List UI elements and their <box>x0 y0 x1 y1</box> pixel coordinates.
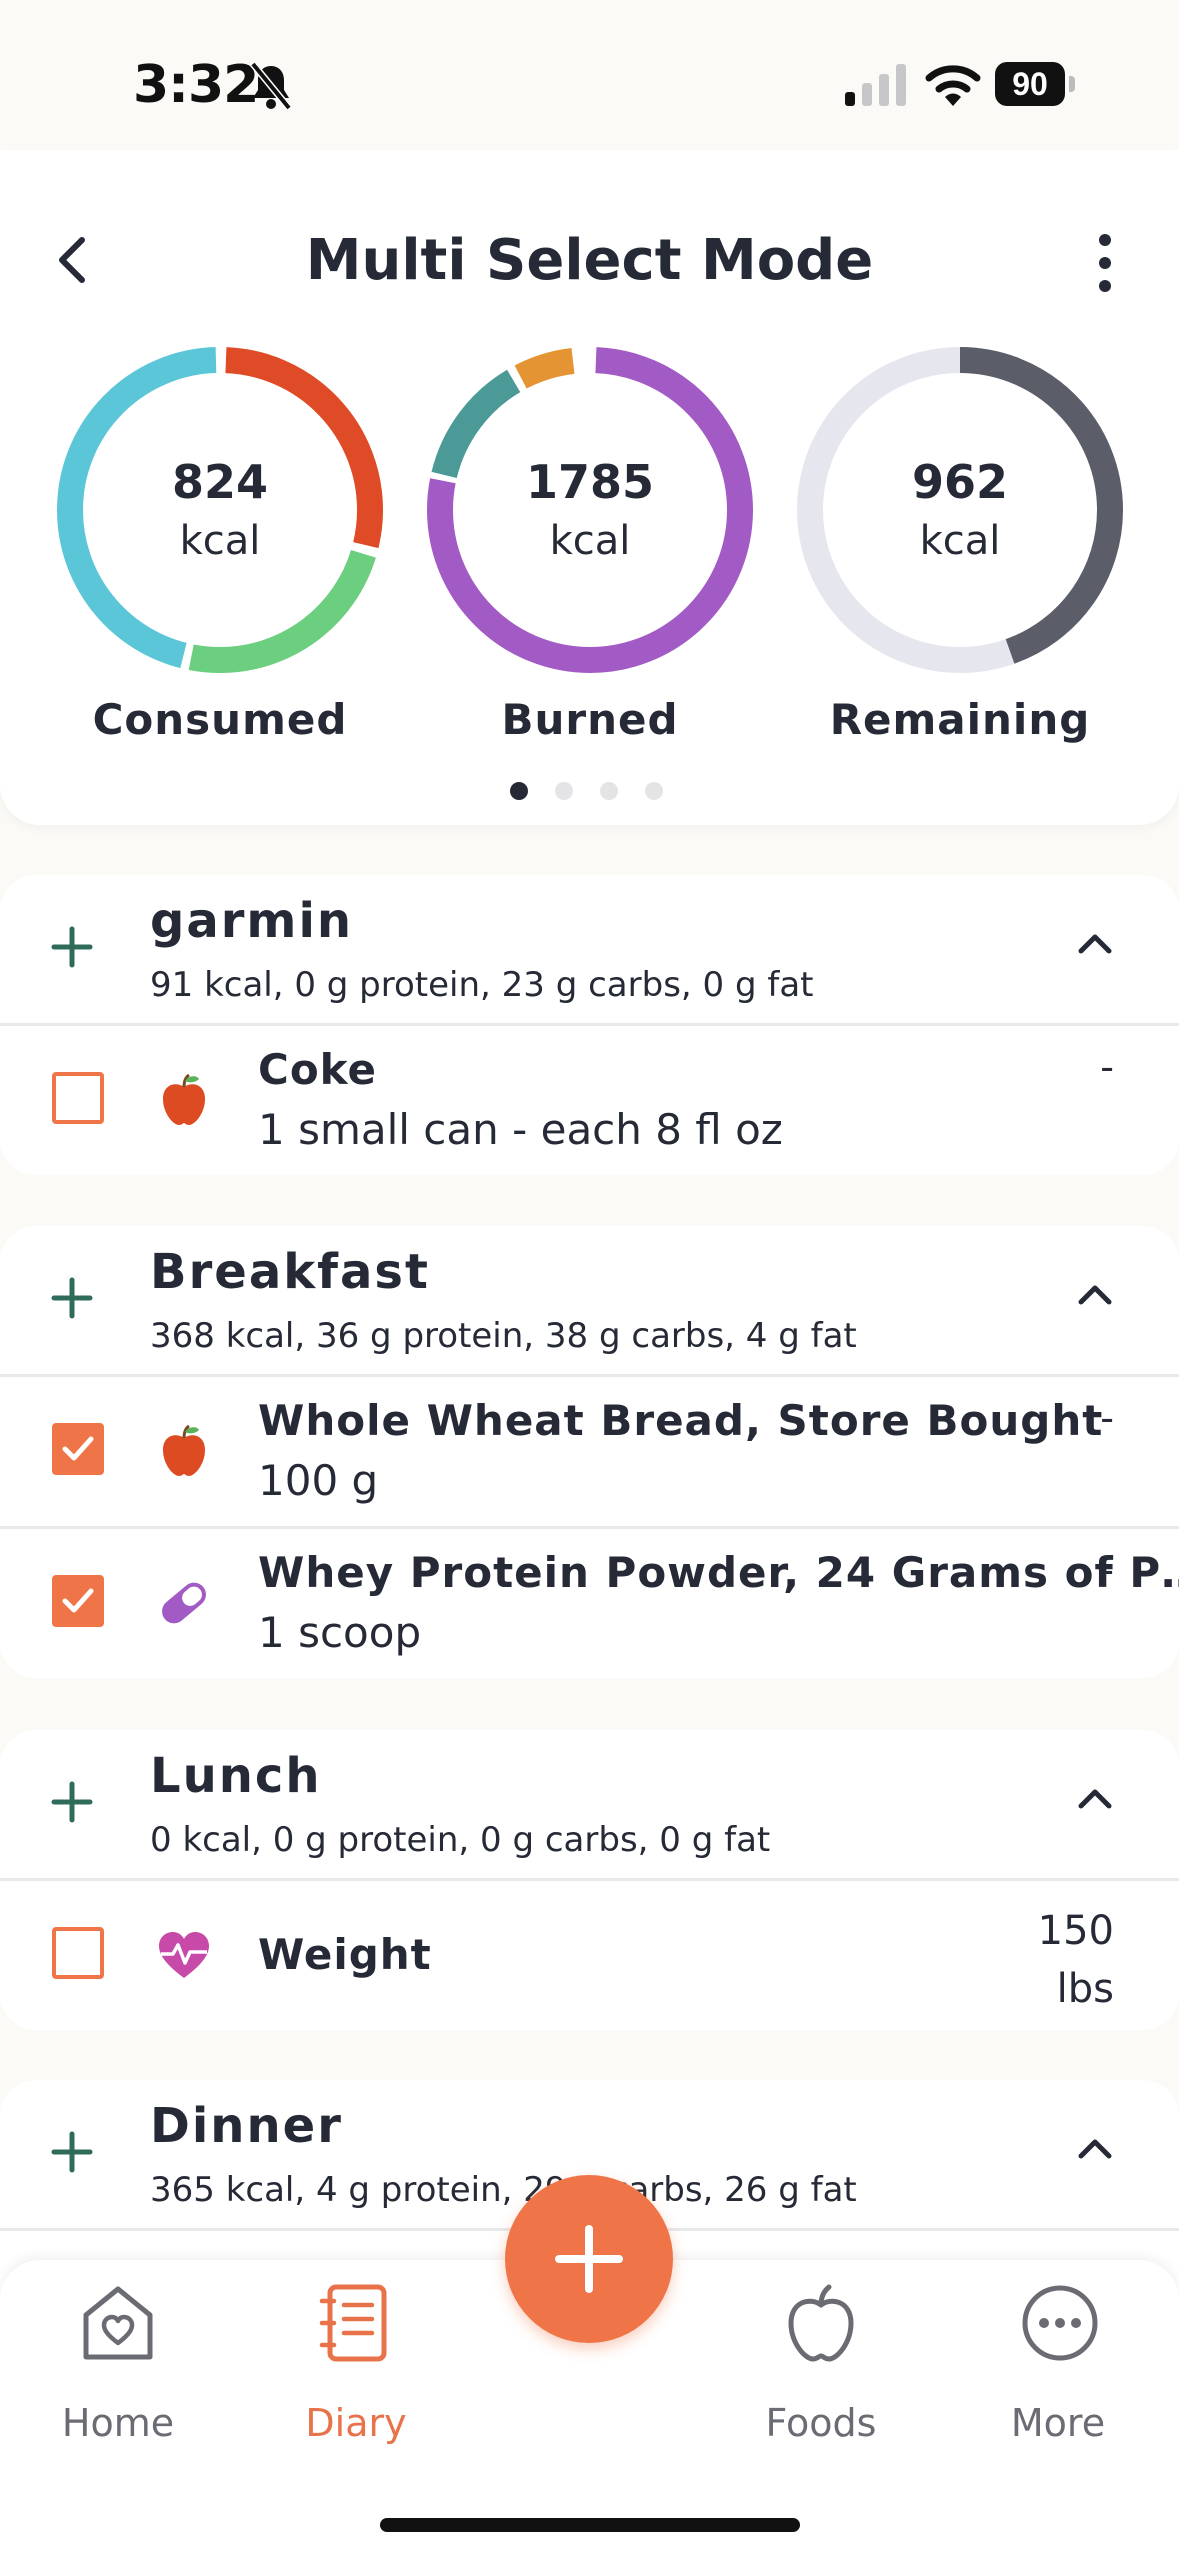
page-dot[interactable] <box>645 782 663 800</box>
item-value-unit: lbs <box>1056 1966 1114 2012</box>
consumed-summary[interactable]: 824 kcal Consumed <box>50 340 390 744</box>
item-value-number: 150 <box>1037 1908 1114 1954</box>
burned-summary[interactable]: 1785 kcal Burned <box>420 340 760 744</box>
meal-summary: 0 kcal, 0 g protein, 0 g carbs, 0 g fat <box>150 1820 771 1860</box>
chevron-up-icon[interactable] <box>1075 923 1115 963</box>
meal-summary: 91 kcal, 0 g protein, 23 g carbs, 0 g fa… <box>150 965 814 1005</box>
tab-foods[interactable]: Foods <box>721 2283 921 2445</box>
item-serving: 1 small can - each 8 fl oz <box>258 1105 783 1154</box>
cellular-signal-icon <box>845 64 906 106</box>
item-name: Weight <box>258 1930 432 1979</box>
add-icon[interactable] <box>50 1276 94 1320</box>
page-dot[interactable] <box>555 782 573 800</box>
item-serving: 100 g <box>258 1456 379 1505</box>
item-checkbox[interactable] <box>52 1927 104 1979</box>
bell-slash-icon <box>250 61 292 111</box>
tab-label: More <box>1010 2401 1106 2445</box>
remaining-summary[interactable]: 962 kcal Remaining <box>790 340 1130 744</box>
list-item[interactable]: Whey Protein Powder, 24 Grams of P… 1 sc… <box>0 1528 1179 1678</box>
burned-ring <box>427 347 753 673</box>
consumed-unit: kcal <box>179 518 261 564</box>
status-time: 3:32 <box>133 55 259 115</box>
meal-summary: 365 kcal, 4 g protein, 29 g carbs, 26 g … <box>150 2170 857 2210</box>
heart-pulse-icon <box>159 1932 209 1978</box>
more-options-icon[interactable] <box>1085 228 1125 298</box>
tab-home[interactable]: Home <box>18 2283 218 2445</box>
home-heart-icon <box>83 2286 153 2360</box>
chevron-up-icon[interactable] <box>1075 1274 1115 1314</box>
meal-name: Breakfast <box>150 1244 430 1300</box>
item-name: Whey Protein Powder, 24 Grams of P… <box>258 1548 1179 1597</box>
add-button[interactable] <box>505 2175 673 2343</box>
add-icon[interactable] <box>50 1780 94 1824</box>
item-name: Whole Wheat Bread, Store Bought <box>258 1396 1104 1445</box>
home-indicator[interactable] <box>380 2518 800 2532</box>
item-checkbox[interactable] <box>52 1575 104 1627</box>
chevron-up-icon[interactable] <box>1075 2128 1115 2168</box>
meal-name: Dinner <box>150 2098 343 2154</box>
remaining-ring <box>797 347 1123 673</box>
list-item[interactable]: Coke 1 small can - each 8 fl oz - <box>0 1025 1179 1175</box>
remaining-label: Remaining <box>829 695 1091 744</box>
meal-card-lunch: Lunch 0 kcal, 0 g protein, 0 g carbs, 0 … <box>0 1730 1179 2030</box>
item-value: - <box>1100 1396 1114 1440</box>
burned-label: Burned <box>501 695 679 744</box>
item-checkbox[interactable] <box>52 1072 104 1124</box>
consumed-ring <box>57 347 383 673</box>
burned-value: 1785 <box>525 455 655 509</box>
tab-diary[interactable]: Diary <box>256 2283 456 2445</box>
checkmark-icon <box>62 1436 94 1461</box>
item-value: 150 lbs <box>1038 1902 1114 2018</box>
checkmark-icon <box>62 1588 94 1613</box>
meal-header[interactable]: Lunch 0 kcal, 0 g protein, 0 g carbs, 0 … <box>0 1730 1179 1882</box>
consumed-label: Consumed <box>92 695 348 744</box>
wifi-icon <box>925 65 981 106</box>
meal-name: Lunch <box>150 1748 322 1804</box>
chevron-up-icon[interactable] <box>1075 1778 1115 1818</box>
list-item[interactable]: Weight 150 lbs <box>0 1880 1179 2030</box>
page-dot[interactable] <box>510 782 528 800</box>
consumed-value: 824 <box>171 455 269 509</box>
tab-label: Diary <box>305 2401 407 2445</box>
tab-label: Home <box>61 2401 175 2445</box>
page-indicator[interactable] <box>510 782 670 802</box>
meal-summary: 368 kcal, 36 g protein, 38 g carbs, 4 g … <box>150 1316 857 1356</box>
item-name: Coke <box>258 1045 377 1094</box>
burned-unit: kcal <box>549 518 631 564</box>
meal-card-garmin: garmin 91 kcal, 0 g protein, 23 g carbs,… <box>0 875 1179 1175</box>
apple-icon <box>163 1424 205 1476</box>
tab-label: Foods <box>765 2401 877 2445</box>
remaining-value: 962 <box>911 455 1009 509</box>
more-dots-icon <box>1022 2285 1098 2361</box>
meal-header[interactable]: Breakfast 368 kcal, 36 g protein, 38 g c… <box>0 1226 1179 1378</box>
apple-outline-icon <box>788 2284 854 2362</box>
item-value: - <box>1100 1548 1114 1592</box>
item-value: - <box>1100 1045 1114 1089</box>
notebook-icon <box>319 2284 387 2362</box>
status-bar: 3:32 90 <box>0 0 1179 150</box>
plus-icon <box>555 2225 623 2293</box>
page-title: Multi Select Mode <box>305 228 874 293</box>
remaining-unit: kcal <box>919 518 1001 564</box>
apple-icon <box>163 1073 205 1125</box>
page-dot[interactable] <box>600 782 618 800</box>
battery-indicator: 90 <box>995 62 1079 108</box>
item-serving: 1 scoop <box>258 1608 422 1657</box>
list-item[interactable]: Whole Wheat Bread, Store Bought 100 g - <box>0 1376 1179 1526</box>
meal-header[interactable]: garmin 91 kcal, 0 g protein, 23 g carbs,… <box>0 875 1179 1027</box>
add-icon[interactable] <box>50 925 94 969</box>
meal-name: garmin <box>150 893 354 949</box>
item-checkbox[interactable] <box>52 1423 104 1475</box>
pill-icon <box>162 1582 206 1624</box>
add-icon[interactable] <box>50 2130 94 2174</box>
battery-level: 90 <box>995 62 1065 106</box>
meal-card-breakfast: Breakfast 368 kcal, 36 g protein, 38 g c… <box>0 1226 1179 1678</box>
tab-more[interactable]: More <box>958 2283 1158 2445</box>
